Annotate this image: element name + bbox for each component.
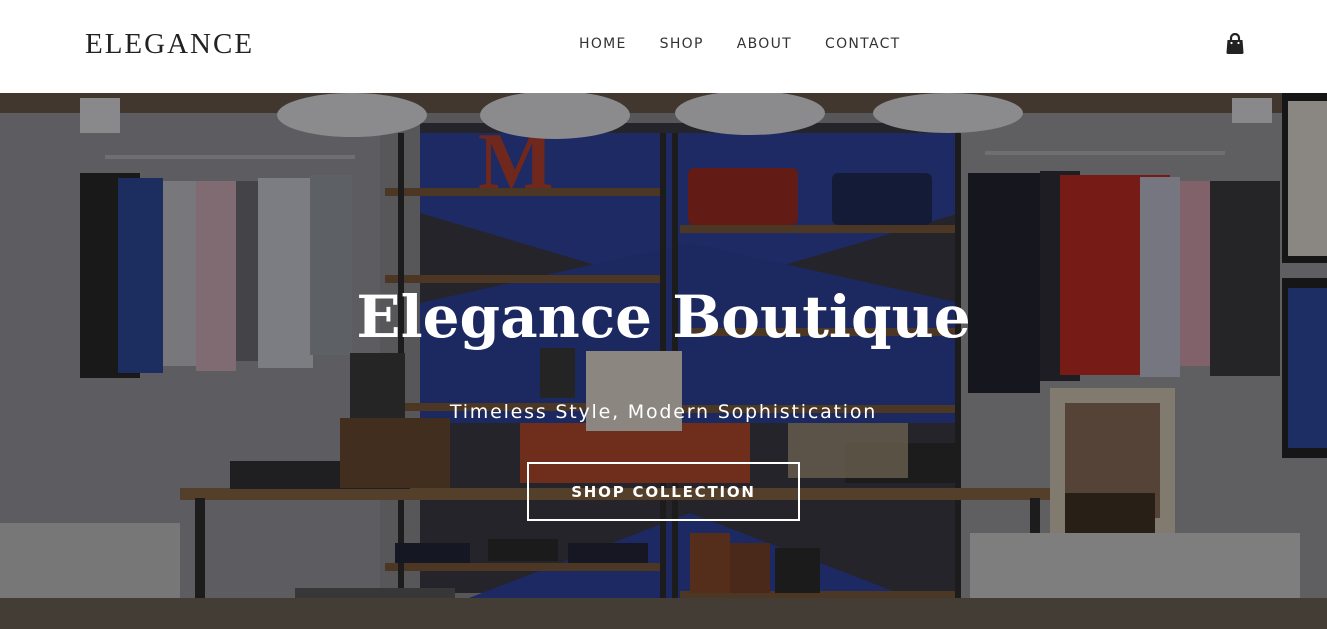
site-header: ELEGANCE HOME SHOP ABOUT CONTACT (0, 0, 1327, 93)
nav-contact[interactable]: CONTACT (825, 35, 901, 55)
shopping-bag-icon[interactable] (1225, 32, 1245, 55)
hero-content: Elegance Boutique Timeless Style, Modern… (0, 93, 1327, 629)
main-nav: HOME SHOP ABOUT CONTACT (579, 35, 901, 55)
site-logo[interactable]: ELEGANCE (85, 28, 254, 60)
nav-home[interactable]: HOME (579, 35, 627, 55)
hero-section: M Elegance Boutique Timeless Style, Mode… (0, 93, 1327, 629)
hero-title: Elegance Boutique (356, 283, 971, 351)
hero-subtitle: Timeless Style, Modern Sophistication (449, 401, 878, 423)
nav-about[interactable]: ABOUT (737, 35, 792, 55)
nav-shop[interactable]: SHOP (660, 35, 704, 55)
shop-collection-button[interactable]: SHOP COLLECTION (527, 462, 800, 521)
